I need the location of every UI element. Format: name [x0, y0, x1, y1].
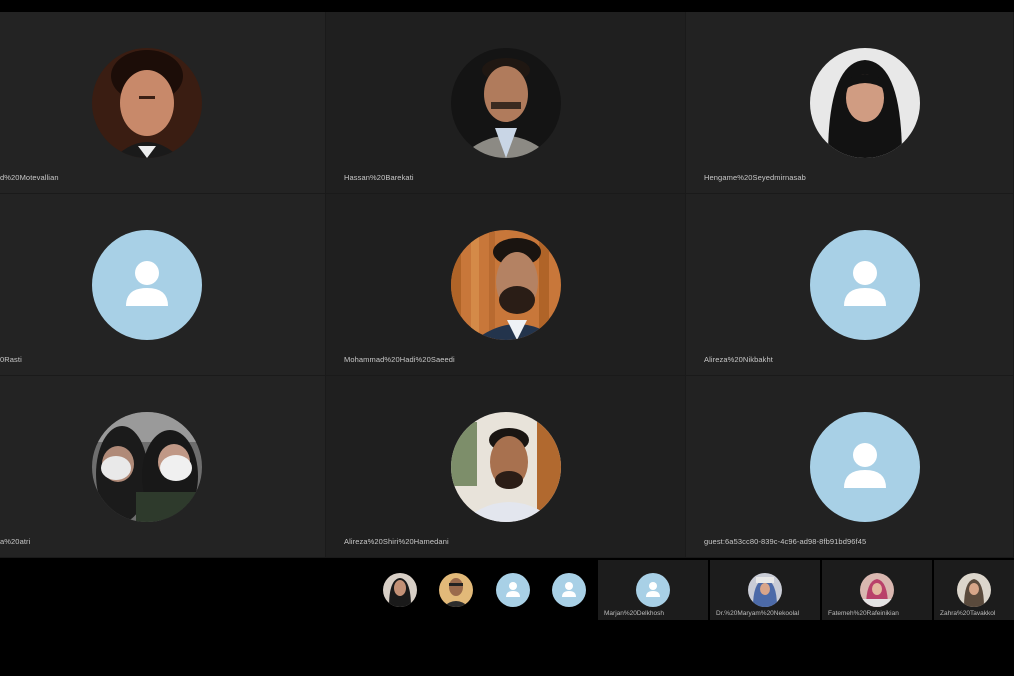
default-user-icon[interactable] [496, 573, 530, 607]
participant-thumb[interactable] [383, 573, 417, 607]
participant-avatar [451, 412, 561, 522]
default-user-icon [92, 230, 202, 340]
participant-name: d%20Motevallian [0, 173, 59, 182]
participant-name: Dr.%20Maryam%20Nekoolal [716, 610, 800, 617]
participant-tile[interactable]: Alireza%20Nikbakht [686, 194, 1014, 376]
participant-name: 0Rasti [0, 355, 22, 364]
participant-name: Alireza%20Nikbakht [704, 355, 773, 364]
participant-tile[interactable]: 0Rasti [0, 194, 326, 376]
participant-name: guest:6a53cc80-839c-4c96-ad98-8fb91bd96f… [704, 537, 867, 546]
participant-avatar [748, 573, 782, 607]
participant-mini-tile[interactable]: Fatemeh%20Rafeinikian [822, 560, 932, 620]
participant-avatar [92, 412, 202, 522]
participant-avatar [860, 573, 894, 607]
participant-tile[interactable]: Mohammad%20Hadi%20Saeedi [326, 194, 686, 376]
default-user-icon [810, 230, 920, 340]
video-grid: d%20Motevallian Hassan%20Barekati Hengam… [0, 12, 1014, 558]
participant-name: Zahra%20Tavakkol [940, 610, 996, 617]
participant-mini-tile[interactable]: Marjan%20Delkhosh [598, 560, 708, 620]
participant-tile[interactable]: guest:6a53cc80-839c-4c96-ad98-8fb91bd96f… [686, 376, 1014, 558]
default-user-icon [810, 412, 920, 522]
participant-avatar [810, 48, 920, 158]
participant-name: Marjan%20Delkhosh [604, 610, 664, 617]
participant-tile[interactable]: Alireza%20Shiri%20Hamedani [326, 376, 686, 558]
participant-tile[interactable]: Hassan%20Barekati [326, 12, 686, 194]
participant-avatar [451, 48, 561, 158]
participant-thumb[interactable] [439, 573, 473, 607]
participant-name: Alireza%20Shiri%20Hamedani [344, 537, 449, 546]
participant-strip: Marjan%20Delkhosh Dr.%20Maryam%20Nekoola… [0, 560, 1014, 620]
participant-avatar [92, 48, 202, 158]
participant-avatar [957, 573, 991, 607]
participant-tile[interactable]: a%20atri [0, 376, 326, 558]
participant-tile[interactable]: Hengame%20Seyedmirnasab [686, 12, 1014, 194]
participant-mini-tile[interactable]: Dr.%20Maryam%20Nekoolal [710, 560, 820, 620]
participant-avatar [451, 230, 561, 340]
participant-tile[interactable]: d%20Motevallian [0, 12, 326, 194]
default-user-icon[interactable] [552, 573, 586, 607]
default-user-icon [636, 573, 670, 607]
participant-name: a%20atri [0, 537, 31, 546]
participant-name: Mohammad%20Hadi%20Saeedi [344, 355, 455, 364]
participant-name: Fatemeh%20Rafeinikian [828, 610, 899, 617]
participant-name: Hassan%20Barekati [344, 173, 414, 182]
participant-mini-tile[interactable]: Zahra%20Tavakkol [934, 560, 1014, 620]
participant-name: Hengame%20Seyedmirnasab [704, 173, 806, 182]
